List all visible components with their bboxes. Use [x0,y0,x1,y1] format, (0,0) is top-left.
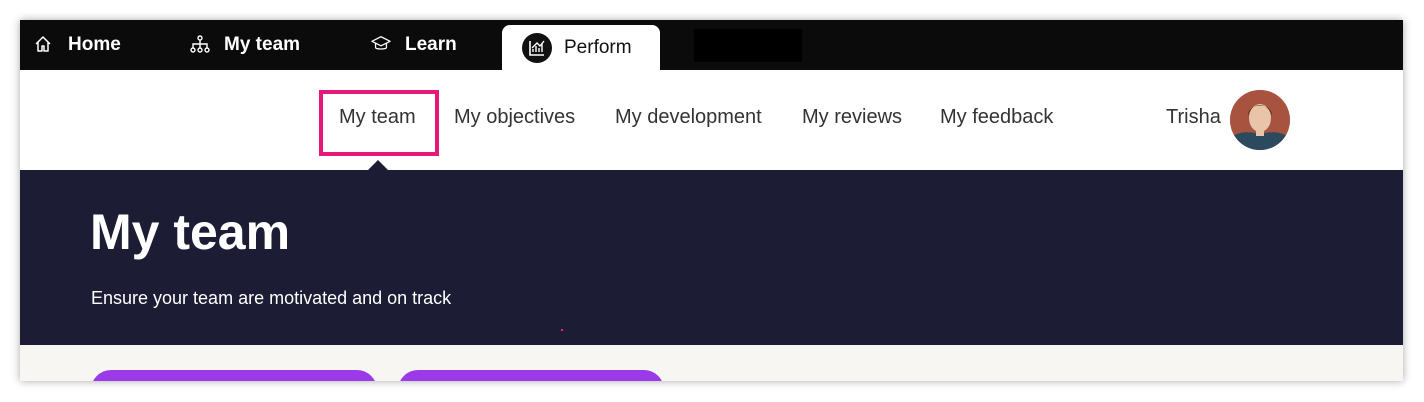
action-button-1[interactable] [91,370,377,381]
content-area [20,345,1403,381]
hero-banner: My team Ensure your team are motivated a… [20,170,1403,345]
decorative-dot [561,329,563,331]
tab-my-team-label: My team [224,34,301,55]
subnav-item-my-reviews[interactable]: My reviews [802,106,902,129]
org-chart-icon [190,35,210,55]
tab-learn-label: Learn [405,34,457,55]
redacted-block [694,29,802,62]
subnav-item-my-development[interactable]: My development [615,106,762,129]
tab-home-label: Home [68,34,121,55]
sub-nav: My team My objectives My development My … [20,70,1403,170]
action-button-2[interactable] [398,370,664,381]
tab-learn[interactable]: Learn [371,20,457,70]
subnav-item-my-feedback[interactable]: My feedback [940,106,1053,129]
page-subtitle: Ensure your team are motivated and on tr… [91,288,452,308]
user-name[interactable]: Trisha [1166,106,1221,129]
subnav-item-my-objectives[interactable]: My objectives [454,106,575,129]
app-window: Home My team Learn Perform My team My ob… [20,20,1403,381]
subnav-item-my-team[interactable]: My team [339,106,416,129]
avatar[interactable] [1230,90,1290,150]
top-nav-bar: Home My team Learn Perform [20,20,1403,70]
chart-icon [522,32,552,63]
tab-home[interactable]: Home [34,20,121,70]
tab-my-team[interactable]: My team [190,20,300,70]
selected-caret [368,160,388,170]
tab-perform[interactable]: Perform [502,25,660,70]
graduation-cap-icon [371,35,391,55]
page-title: My team [90,204,291,260]
home-icon [34,35,54,55]
tab-perform-label: Perform [564,36,632,58]
